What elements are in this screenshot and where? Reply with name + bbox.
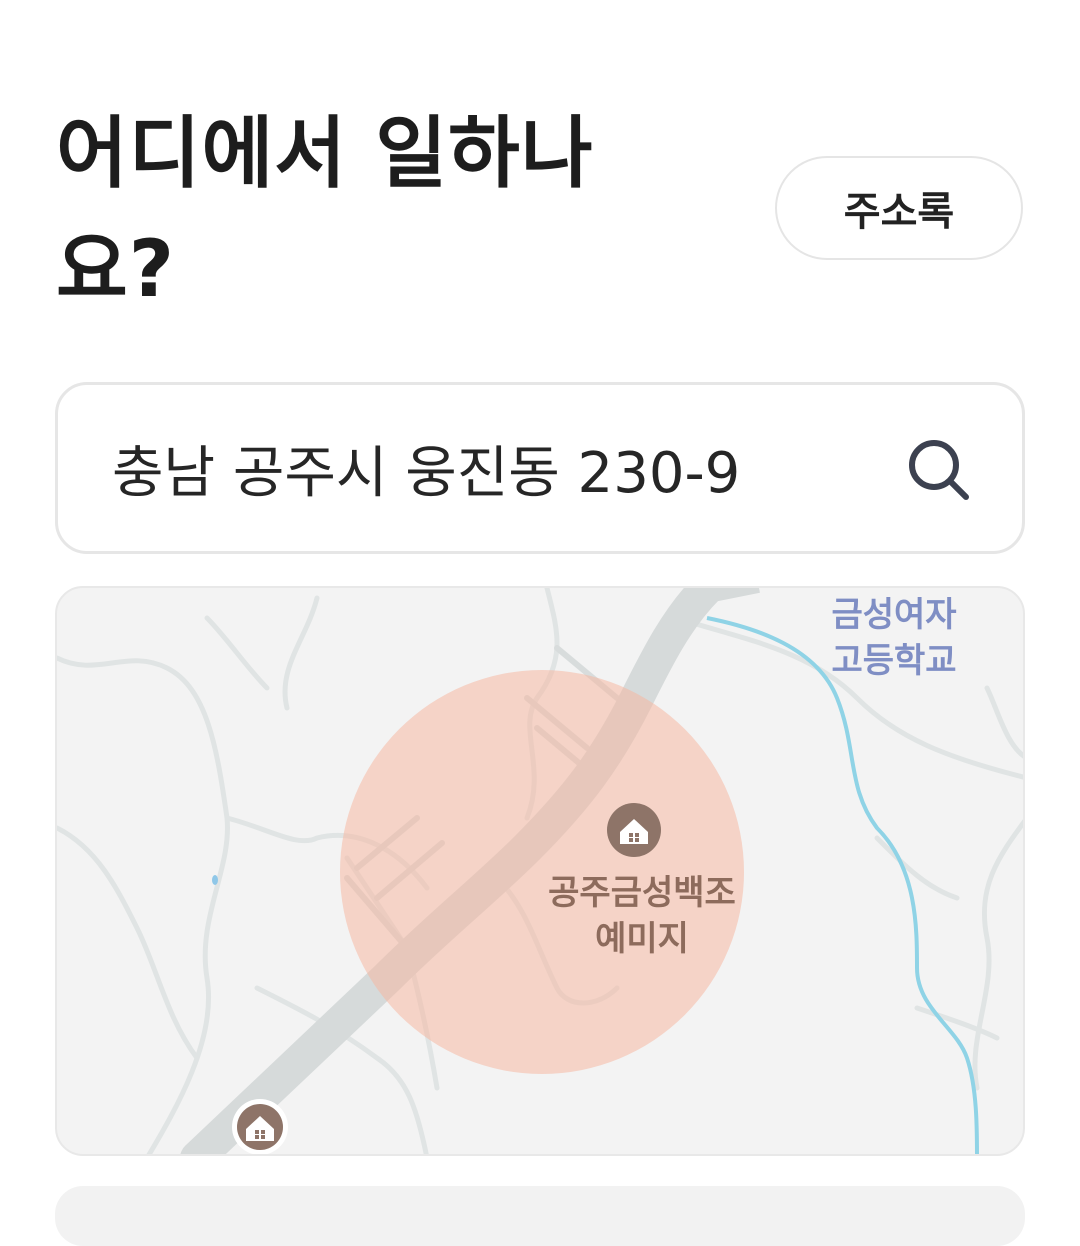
- address-search-input[interactable]: [112, 435, 872, 501]
- home-pin-icon: [232, 1099, 288, 1154]
- search-icon[interactable]: [906, 437, 972, 503]
- next-section-card: [55, 1186, 1025, 1246]
- place-pin-icon: [607, 803, 661, 857]
- map-label-place: 공주금성백조 예미지: [548, 873, 736, 959]
- address-book-button[interactable]: 주소록: [775, 156, 1023, 260]
- map-label-school: 금성여자 고등학교: [831, 595, 957, 681]
- address-search-box[interactable]: [55, 382, 1025, 554]
- map-view[interactable]: 금성여자 고등학교 공주금성백조 예미지: [55, 586, 1025, 1156]
- page-title: 어디에서 일하나 요?: [56, 109, 594, 315]
